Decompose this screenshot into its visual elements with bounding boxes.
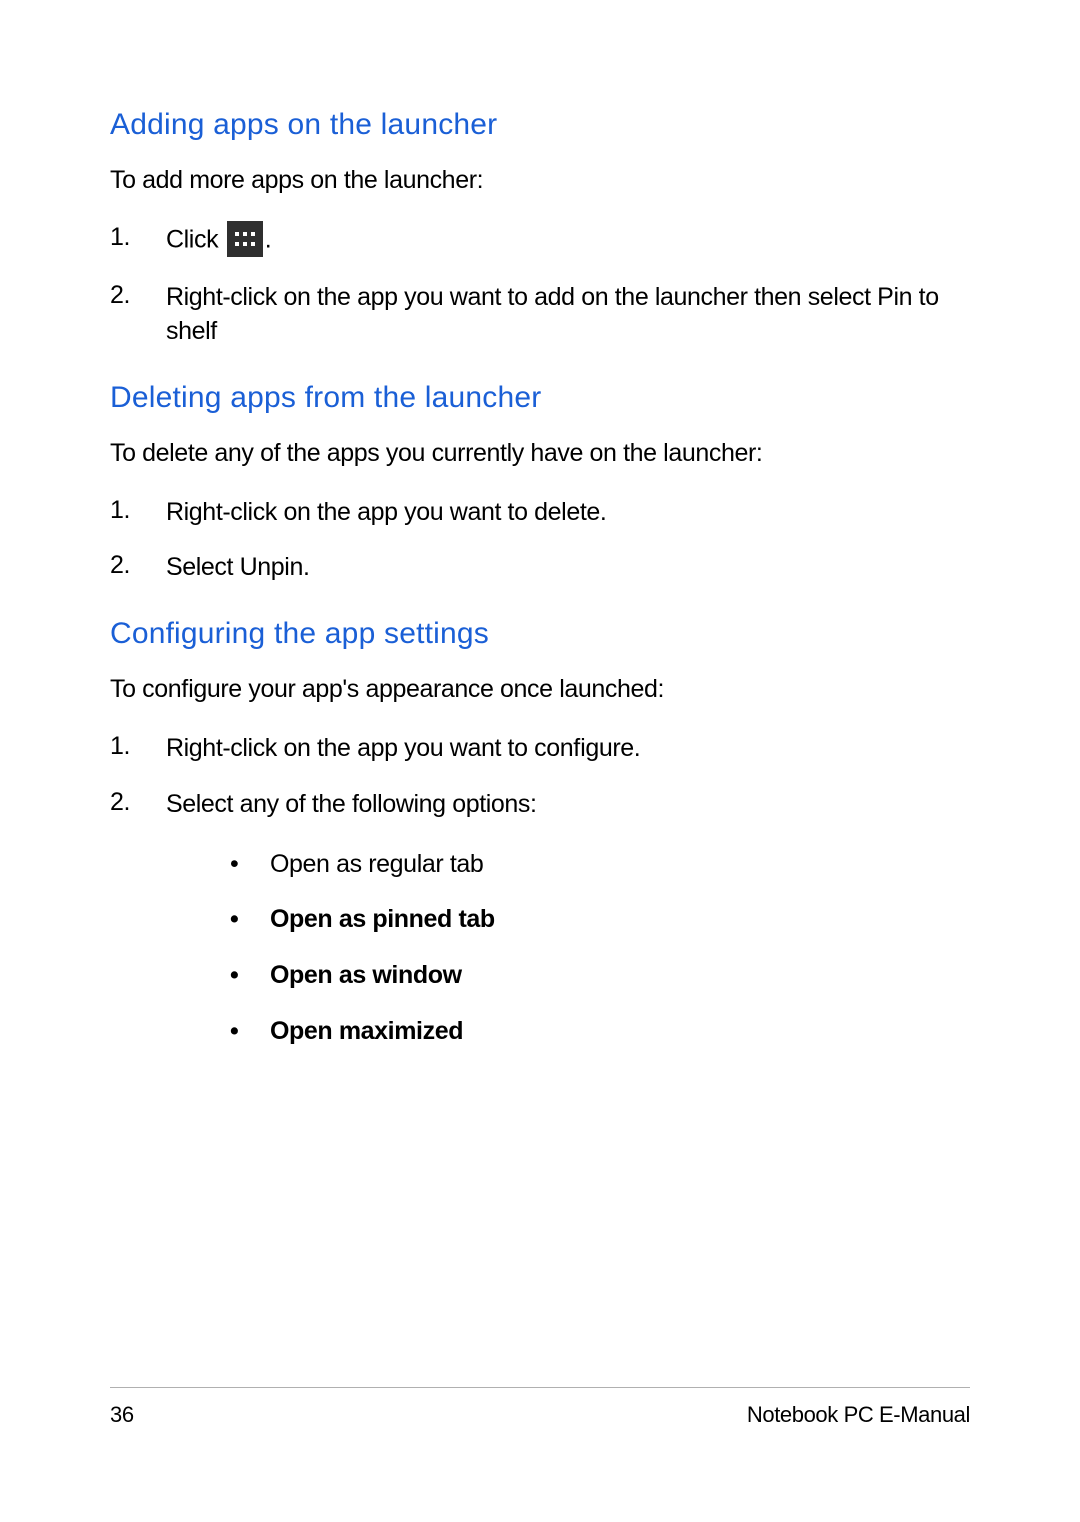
intro-deleting-apps: To delete any of the apps you currently … xyxy=(110,439,970,468)
step-body: Click . xyxy=(166,223,970,259)
step-2: 2. Right-click on the app you want to ad… xyxy=(110,281,970,349)
heading-configuring-apps: Conﬁguring the app settings xyxy=(110,617,970,651)
step-number: 2. xyxy=(110,281,166,310)
option-text: Open as window xyxy=(270,959,970,993)
intro-configuring-apps: To conﬁgure your app's appearance once l… xyxy=(110,675,970,704)
step-number: 1. xyxy=(110,223,166,252)
page: Adding apps on the launcher To add more … xyxy=(0,0,1080,1522)
option-maximized: • Open maximized xyxy=(226,1015,970,1049)
option-text: Open maximized xyxy=(270,1015,970,1049)
step-body: Right-click on the app you want to delet… xyxy=(166,496,970,530)
step-number: 2. xyxy=(110,551,166,580)
bullet-icon: • xyxy=(226,848,270,882)
steps-adding-apps: 1. Click . 2. R xyxy=(110,223,970,349)
section-adding-apps: Adding apps on the launcher To add more … xyxy=(110,108,970,349)
step-text-pre: Click xyxy=(166,226,225,254)
step-number: 1. xyxy=(110,496,166,525)
option-text: Open as pinned tab xyxy=(270,903,970,937)
section-deleting-apps: Deleting apps from the launcher To delet… xyxy=(110,381,970,586)
option-window: • Open as window xyxy=(226,959,970,993)
step-number: 1. xyxy=(110,732,166,761)
option-regular-tab: • Open as regular tab xyxy=(226,848,970,882)
step-body: Right-click on the app you want to conﬁg… xyxy=(166,732,970,766)
step-number: 2. xyxy=(110,788,166,817)
step-body: Select Unpin. xyxy=(166,551,970,585)
bullet-icon: • xyxy=(226,903,270,937)
apps-grid-icon xyxy=(227,221,263,257)
step-body: Select any of the following options: • O… xyxy=(166,788,970,1071)
option-pinned-tab: • Open as pinned tab xyxy=(226,903,970,937)
step-body: Right-click on the app you want to add o… xyxy=(166,281,970,349)
page-number: 36 xyxy=(110,1402,134,1428)
doc-title: Notebook PC E-Manual xyxy=(747,1402,970,1428)
bullet-icon: • xyxy=(226,959,270,993)
step-2: 2. Select any of the following options: … xyxy=(110,788,970,1071)
step-text-post: . xyxy=(265,226,272,254)
heading-adding-apps: Adding apps on the launcher xyxy=(110,108,970,142)
step-1: 1. Right-click on the app you want to co… xyxy=(110,732,970,766)
footer: 36 Notebook PC E-Manual xyxy=(110,1387,970,1428)
steps-configuring-apps: 1. Right-click on the app you want to co… xyxy=(110,732,970,1071)
step-2: 2. Select Unpin. xyxy=(110,551,970,585)
step-1: 1. Right-click on the app you want to de… xyxy=(110,496,970,530)
step-1: 1. Click . xyxy=(110,223,970,259)
step-text: Select any of the following options: xyxy=(166,790,537,818)
option-text: Open as regular tab xyxy=(270,848,970,882)
options-list: • Open as regular tab • Open as pinned t… xyxy=(226,848,970,1049)
steps-deleting-apps: 1. Right-click on the app you want to de… xyxy=(110,496,970,586)
heading-deleting-apps: Deleting apps from the launcher xyxy=(110,381,970,415)
section-configuring-apps: Conﬁguring the app settings To conﬁgure … xyxy=(110,617,970,1071)
bullet-icon: • xyxy=(226,1015,270,1049)
intro-adding-apps: To add more apps on the launcher: xyxy=(110,166,970,195)
